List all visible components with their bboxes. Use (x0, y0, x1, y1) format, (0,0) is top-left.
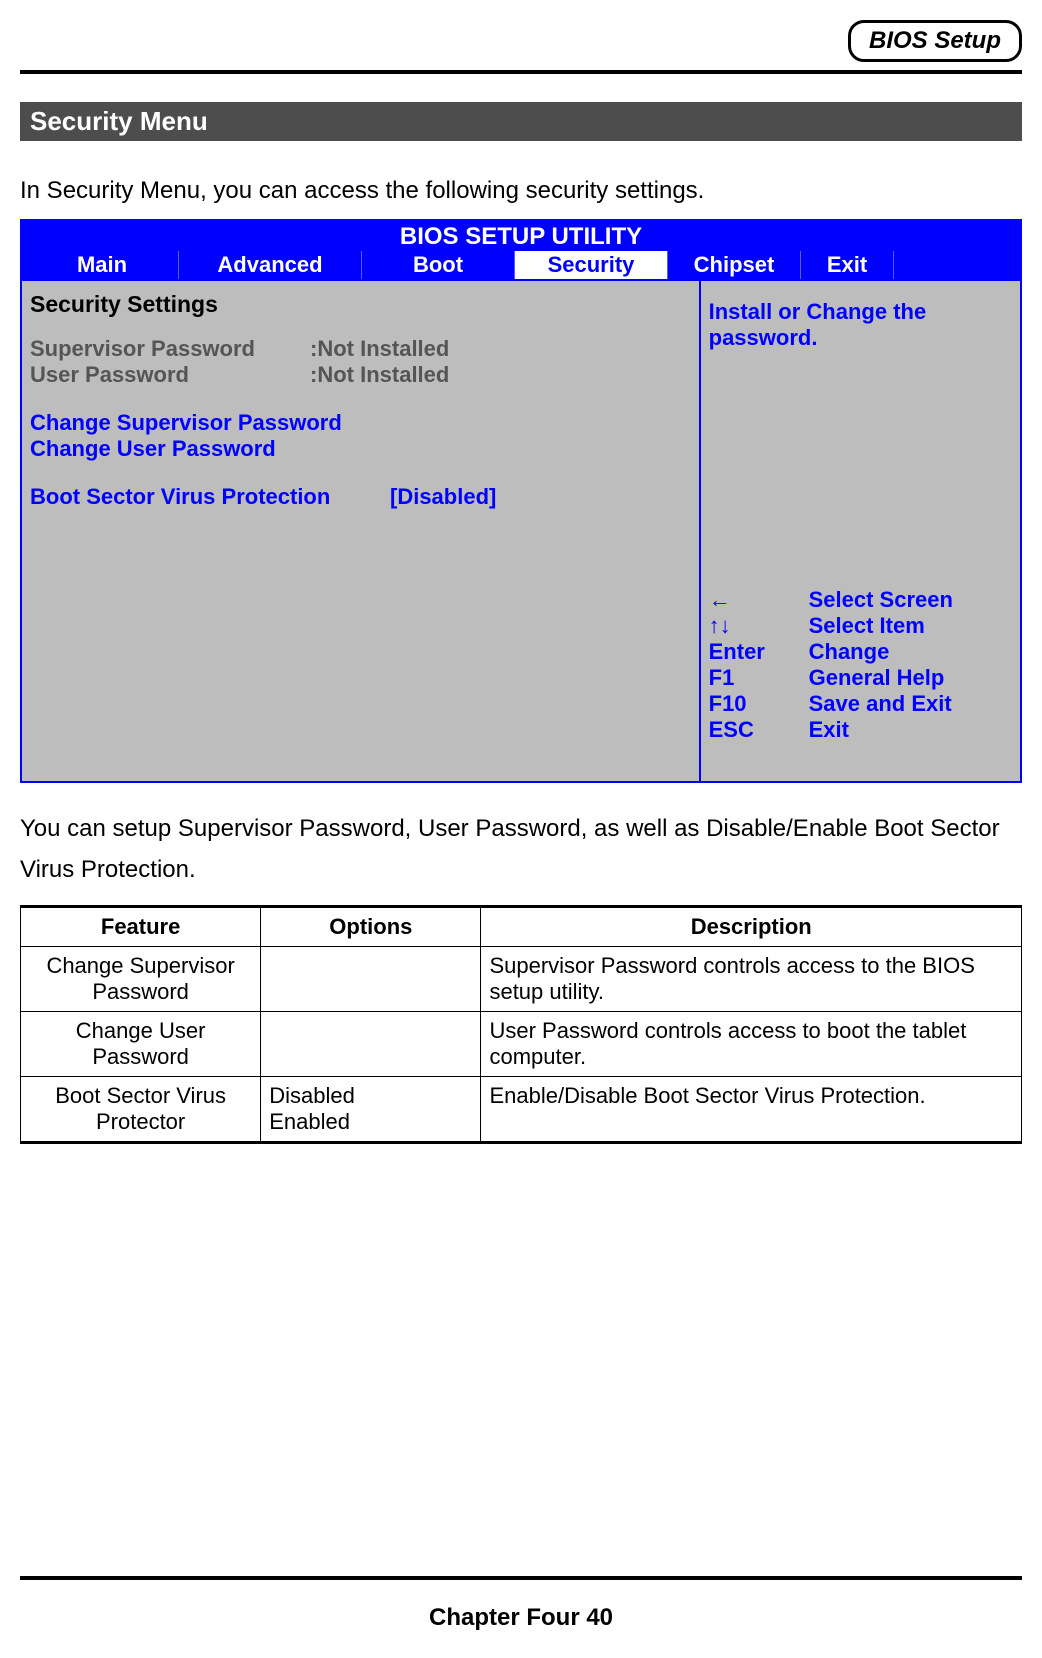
cell-description: Supervisor Password controls access to t… (481, 946, 1022, 1011)
cell-description: User Password controls access to boot th… (481, 1011, 1022, 1076)
supervisor-password-row: Supervisor Password :Not Installed (30, 336, 691, 362)
boot-sector-value: [Disabled] (390, 484, 496, 510)
tab-chipset[interactable]: Chipset (668, 251, 801, 279)
cell-feature: Change User Password (21, 1011, 261, 1076)
section-title: Security Menu (20, 102, 1022, 141)
tab-advanced[interactable]: Advanced (179, 251, 362, 279)
key-action-change: Change (809, 639, 890, 665)
th-description: Description (481, 906, 1022, 946)
cell-options: Disabled Enabled (261, 1076, 481, 1142)
table-row: Change User Password User Password contr… (21, 1011, 1022, 1076)
key-action-select-screen: Select Screen (809, 587, 953, 613)
footer-horizontal-rule (20, 1576, 1022, 1580)
security-settings-heading: Security Settings (30, 285, 691, 336)
page-footer: Chapter Four 40 (20, 1604, 1022, 1632)
tab-boot[interactable]: Boot (362, 251, 515, 279)
supervisor-password-value: :Not Installed (310, 336, 449, 362)
feature-table: Feature Options Description Change Super… (20, 905, 1022, 1144)
cell-options (261, 946, 481, 1011)
key-enter: Enter (709, 639, 809, 665)
key-action-select-item: Select Item (809, 613, 925, 639)
key-left-arrow: ← (709, 587, 809, 613)
key-action-save-exit: Save and Exit (809, 691, 952, 717)
bios-tab-bar: Main Advanced Boot Security Chipset Exit (22, 251, 1020, 281)
key-up-down-arrows: ↑↓ (709, 613, 809, 639)
boot-sector-row[interactable]: Boot Sector Virus Protection [Disabled] (30, 484, 691, 510)
supervisor-password-label: Supervisor Password (30, 336, 310, 362)
bios-help-text: Install or Change the password. (709, 299, 1012, 351)
bios-left-pane: Security Settings Supervisor Password :N… (22, 281, 701, 781)
table-row: Boot Sector Virus Protector Disabled Ena… (21, 1076, 1022, 1142)
top-horizontal-rule (20, 70, 1022, 74)
key-esc: ESC (709, 717, 809, 743)
change-supervisor-password-item[interactable]: Change Supervisor Password (30, 410, 691, 436)
tab-exit[interactable]: Exit (801, 251, 894, 279)
change-user-password-item[interactable]: Change User Password (30, 436, 691, 462)
th-options: Options (261, 906, 481, 946)
th-feature: Feature (21, 906, 261, 946)
cell-feature: Boot Sector Virus Protector (21, 1076, 261, 1142)
user-password-value: :Not Installed (310, 362, 449, 388)
bios-utility-panel: BIOS SETUP UTILITY Main Advanced Boot Se… (20, 219, 1022, 783)
page-tag-bios-setup: BIOS Setup (848, 20, 1022, 62)
bios-key-hints: ←Select Screen ↑↓Select Item EnterChange… (709, 587, 1012, 743)
below-paragraph: You can setup Supervisor Password, User … (20, 809, 1022, 891)
user-password-label: User Password (30, 362, 310, 388)
boot-sector-label: Boot Sector Virus Protection (30, 484, 390, 510)
key-action-exit: Exit (809, 717, 849, 743)
intro-paragraph: In Security Menu, you can access the fol… (20, 177, 1022, 205)
tab-security[interactable]: Security (515, 251, 668, 279)
table-row: Change Supervisor Password Supervisor Pa… (21, 946, 1022, 1011)
key-f10: F10 (709, 691, 809, 717)
tab-main[interactable]: Main (26, 251, 179, 279)
user-password-row: User Password :Not Installed (30, 362, 691, 388)
cell-feature: Change Supervisor Password (21, 946, 261, 1011)
key-f1: F1 (709, 665, 809, 691)
cell-description: Enable/Disable Boot Sector Virus Protect… (481, 1076, 1022, 1142)
bios-right-pane: Install or Change the password. ←Select … (701, 281, 1020, 781)
bios-title: BIOS SETUP UTILITY (22, 221, 1020, 251)
key-action-general-help: General Help (809, 665, 945, 691)
cell-options (261, 1011, 481, 1076)
